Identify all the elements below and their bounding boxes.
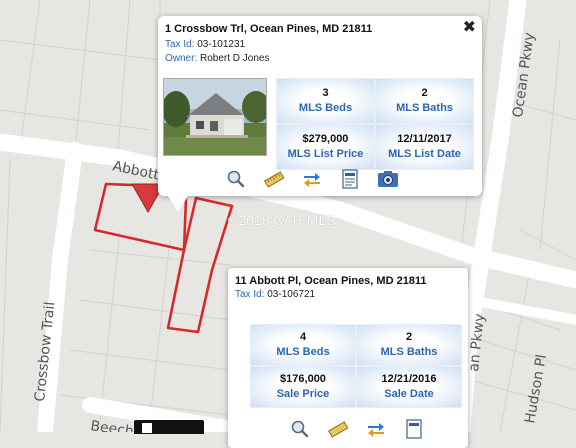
owner-value: Robert D Jones [200, 53, 270, 64]
stat-label: MLS Baths [396, 102, 453, 114]
camera-icon[interactable] [376, 168, 400, 190]
house-image [164, 79, 266, 155]
document-icon[interactable] [338, 168, 362, 190]
stat-value: $176,000 [280, 373, 326, 385]
close-icon[interactable]: ✖ [463, 20, 476, 36]
ruler-icon[interactable] [326, 418, 350, 440]
transfer-arrows-icon[interactable] [300, 168, 324, 190]
stat-value: $279,000 [302, 133, 349, 145]
stat-value: 2 [421, 87, 428, 99]
property-photo[interactable] [163, 78, 267, 156]
owner-line: Owner: Robert D Jones [165, 53, 270, 64]
stat-baths: 2 MLS Baths [375, 78, 474, 124]
stat-label: Sale Price [276, 388, 330, 400]
stats-grid: 4 MLS Beds 2 MLS Baths $176,000 Sale Pri… [250, 324, 462, 408]
stat-value: 12/11/2017 [397, 133, 452, 145]
property-address: 11 Abbott Pl, Ocean Pines, MD 21811 [235, 275, 427, 287]
stat-beds: 4 MLS Beds [250, 324, 356, 366]
tax-id-label: Tax Id: [165, 39, 195, 50]
stat-sale-price: $176,000 Sale Price [250, 366, 356, 408]
stat-value: 3 [322, 87, 329, 99]
stat-label: MLS List Date [388, 148, 461, 160]
stat-baths: 2 MLS Baths [356, 324, 462, 366]
document-icon[interactable] [402, 418, 426, 440]
property-popup-abbott: 11 Abbott Pl, Ocean Pines, MD 21811 Tax … [228, 268, 468, 448]
popup-toolbar [288, 418, 426, 440]
tax-id-value: 03-106721 [267, 289, 316, 300]
ruler-icon[interactable] [262, 168, 286, 190]
owner-label: Owner: [165, 53, 198, 64]
stat-list-price: $279,000 MLS List Price [276, 124, 375, 170]
stat-label: MLS Beds [276, 346, 330, 358]
magnifier-icon[interactable] [224, 168, 248, 190]
stat-label: MLS Beds [298, 102, 353, 114]
stat-list-date: 12/11/2017 MLS List Date [375, 124, 474, 170]
tax-id-label: Tax Id: [235, 289, 265, 300]
stats-grid: 3 MLS Beds 2 MLS Baths $279,000 MLS List… [276, 78, 474, 170]
popup-pointer [168, 196, 188, 212]
stat-label: MLS List Price [287, 148, 364, 160]
stat-value: 4 [299, 331, 307, 343]
tax-id-line: Tax Id: 03-106721 [235, 289, 315, 300]
property-address: 1 Crossbow Trl, Ocean Pines, MD 21811 [165, 23, 373, 35]
copyright-watermark: ©2018 CAR MLS [228, 212, 336, 228]
popup-toolbar [224, 168, 400, 190]
magnifier-icon[interactable] [288, 418, 312, 440]
stat-value: 12/21/2016 [381, 373, 437, 385]
property-popup-crossbow: 1 Crossbow Trl, Ocean Pines, MD 21811 ✖ … [158, 16, 482, 212]
stat-beds: 3 MLS Beds [276, 78, 375, 124]
stat-value: 2 [405, 331, 413, 343]
stat-sale-date: 12/21/2016 Sale Date [356, 366, 462, 408]
stat-label: MLS Baths [380, 346, 438, 358]
stat-label: Sale Date [384, 388, 434, 400]
transfer-arrows-icon[interactable] [364, 418, 388, 440]
tax-id-line: Tax Id: 03-101231 [165, 39, 245, 50]
tax-id-value: 03-101231 [197, 39, 246, 50]
